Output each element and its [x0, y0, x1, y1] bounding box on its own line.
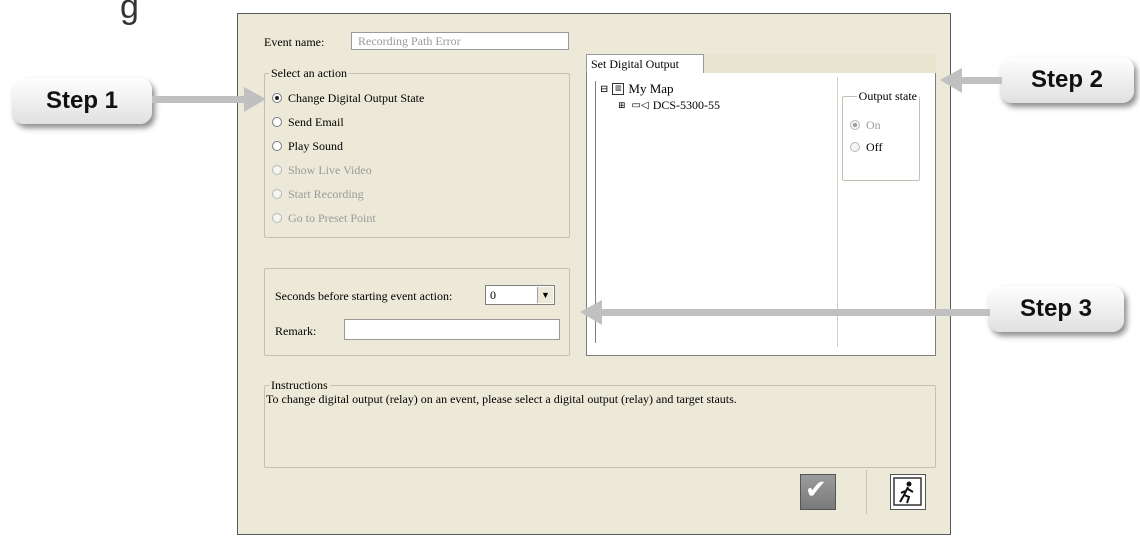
action-option-label: Send Email: [288, 114, 344, 129]
output-state-group: Output state: [842, 89, 920, 181]
event-name-label: Event name:: [264, 35, 325, 49]
step1-arrow-line: [152, 96, 248, 103]
action-option-label: Show Live Video: [288, 162, 372, 177]
output-state-on: On: [850, 117, 881, 133]
tree-node-camera[interactable]: ⊞ ▭◁ DCS-5300-55: [618, 98, 720, 113]
radio-button-icon: [850, 120, 860, 130]
checkmark-icon: ✔: [805, 475, 827, 504]
device-tree: ⊟ ▥ My Map ⊞ ▭◁ DCS-5300-55: [595, 81, 838, 343]
action-option-send-email[interactable]: Send Email: [272, 114, 344, 130]
output-state-area: Output state On Off: [837, 77, 926, 347]
step2-arrow-line: [960, 77, 1002, 84]
step1-callout: Step 1: [12, 78, 152, 124]
action-option-label: Start Recording: [288, 186, 364, 201]
exit-button[interactable]: [890, 474, 926, 510]
radio-button-icon: [850, 142, 860, 152]
tab-set-digital-output[interactable]: Set Digital Output: [586, 54, 704, 73]
radio-button-icon: [272, 165, 282, 175]
action-option-label: Play Sound: [288, 138, 344, 153]
page-heading-fragment: g: [120, 0, 139, 26]
action-option-show-live-video: Show Live Video: [272, 162, 372, 178]
camera-icon: ▭◁: [631, 100, 649, 111]
tree-node-my-map[interactable]: ⊟ ▥ My Map: [600, 81, 674, 97]
output-state-label: Off: [866, 139, 883, 154]
exit-icon: [893, 477, 922, 506]
event-timing-group: [264, 268, 570, 356]
button-divider: [866, 470, 867, 514]
step3-arrow-icon: [580, 300, 602, 325]
ok-button[interactable]: ✔: [800, 474, 836, 510]
action-option-start-recording: Start Recording: [272, 186, 364, 202]
chevron-down-icon[interactable]: ▼: [537, 287, 553, 303]
remark-label: Remark:: [275, 324, 317, 338]
action-option-go-to-preset-point: Go to Preset Point: [272, 210, 376, 226]
radio-button-icon: [272, 141, 282, 151]
remark-field[interactable]: [344, 319, 560, 340]
collapse-icon[interactable]: ⊟: [600, 84, 608, 95]
action-option-label: Go to Preset Point: [288, 210, 376, 225]
map-icon: ▥: [612, 83, 625, 95]
radio-button-icon: [272, 213, 282, 223]
expand-icon[interactable]: ⊞: [618, 100, 626, 111]
seconds-select[interactable]: 0 ▼: [485, 285, 555, 305]
output-state-label: On: [866, 117, 881, 132]
event-name-field[interactable]: Recording Path Error: [351, 32, 569, 50]
radio-button-icon: [272, 117, 282, 127]
tree-node-label: DCS-5300-55: [652, 98, 721, 112]
output-state-off: Off: [850, 139, 882, 155]
event-action-dialog: Event name: Recording Path Error Select …: [237, 13, 951, 535]
select-action-legend: Select an action: [271, 66, 347, 80]
step2-arrow-icon: [940, 68, 962, 93]
action-option-change-digital-output[interactable]: Change Digital Output State: [272, 90, 424, 106]
seconds-select-value: 0: [490, 288, 496, 302]
tree-node-label: My Map: [628, 81, 674, 96]
output-state-legend: Output state: [858, 89, 917, 103]
step3-callout: Step 3: [988, 286, 1124, 332]
instructions-text: To change digital output (relay) on an e…: [266, 392, 737, 406]
step2-callout: Step 2: [1000, 57, 1134, 103]
seconds-label: Seconds before starting event action:: [275, 289, 453, 303]
action-option-play-sound[interactable]: Play Sound: [272, 138, 343, 154]
radio-button-icon: [272, 189, 282, 199]
step1-arrow-icon: [244, 87, 266, 112]
action-option-label: Change Digital Output State: [288, 90, 425, 105]
step3-arrow-line: [600, 309, 990, 316]
radio-button-icon: [272, 93, 282, 103]
instructions-legend: Instructions: [271, 378, 328, 392]
